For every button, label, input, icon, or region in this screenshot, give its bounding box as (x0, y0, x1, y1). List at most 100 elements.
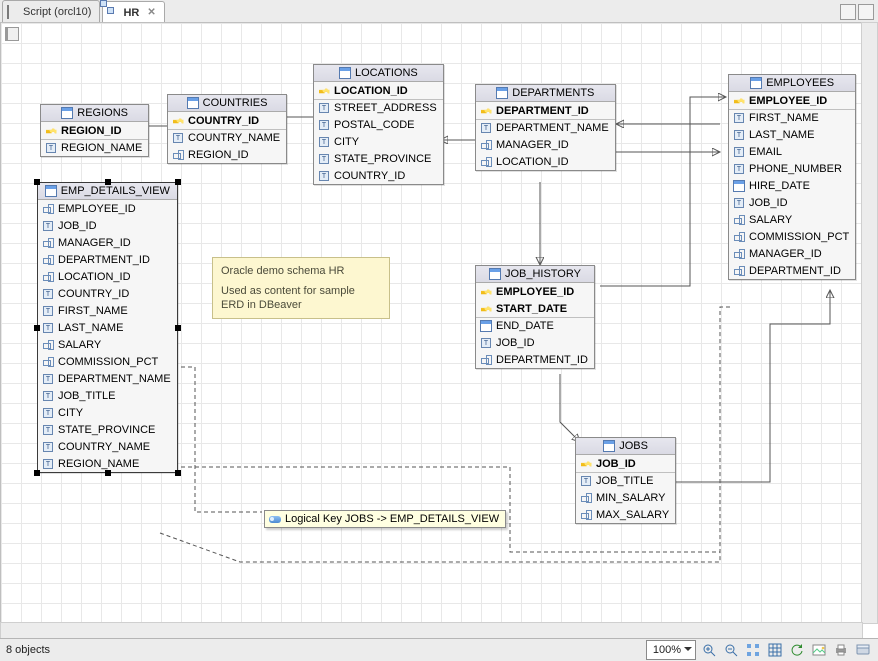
column-type-icon (172, 149, 184, 161)
column-row[interactable]: SALARY (729, 211, 855, 228)
horizontal-scrollbar[interactable] (0, 622, 863, 639)
palette-toggle-button[interactable] (5, 27, 19, 41)
selection-handle[interactable] (105, 470, 111, 476)
column-row[interactable]: EMPLOYEE_ID (729, 92, 855, 109)
column-type-icon: T (172, 132, 184, 144)
column-row[interactable]: MANAGER_ID (729, 245, 855, 262)
selection-handle[interactable] (175, 325, 181, 331)
selection-handles[interactable] (37, 182, 178, 473)
arrange-icons-button[interactable] (744, 641, 762, 659)
column-type-icon: T (318, 119, 330, 131)
column-row[interactable]: DEPARTMENT_ID (476, 102, 615, 119)
column-row[interactable]: TJOB_TITLE (576, 472, 675, 489)
entity-name: EMPLOYEES (766, 77, 834, 89)
column-row[interactable]: END_DATE (476, 317, 594, 334)
entity-header[interactable]: COUNTRIES (168, 95, 286, 112)
column-row[interactable]: TLAST_NAME (729, 126, 855, 143)
entity-header[interactable]: JOBS (576, 438, 675, 455)
column-name: POSTAL_CODE (334, 119, 415, 131)
entity-employees[interactable]: EMPLOYEES EMPLOYEE_IDTFIRST_NAMETLAST_NAM… (728, 74, 856, 280)
entity-header[interactable]: JOB_HISTORY (476, 266, 594, 283)
column-row[interactable]: TREGION_NAME (41, 139, 148, 156)
column-row[interactable]: TPHONE_NUMBER (729, 160, 855, 177)
entity-name: JOB_HISTORY (505, 268, 581, 280)
print-button[interactable] (832, 641, 850, 659)
entity-countries[interactable]: COUNTRIES COUNTRY_IDTCOUNTRY_NAMEREGION_I… (167, 94, 287, 164)
tab-hr[interactable]: HR ✕ (102, 1, 164, 23)
column-row[interactable]: MANAGER_ID (476, 136, 615, 153)
column-row[interactable]: TFIRST_NAME (729, 109, 855, 126)
entity-jobs[interactable]: JOBSJOB_IDTJOB_TITLE MIN_SALARY MAX_SALARY (575, 437, 676, 524)
zoom-out-button[interactable] (722, 641, 740, 659)
column-row[interactable]: JOB_ID (576, 455, 675, 472)
erd-icon (107, 7, 119, 19)
column-name: STATE_PROVINCE (334, 153, 431, 165)
settings-button[interactable] (854, 641, 872, 659)
maximize-editor-button[interactable] (858, 4, 874, 20)
image-export-button[interactable] (810, 641, 828, 659)
column-name: COUNTRY_ID (334, 170, 405, 182)
zoom-in-button[interactable] (700, 641, 718, 659)
entity-header[interactable]: DEPARTMENTS (476, 85, 615, 102)
column-row[interactable]: REGION_ID (41, 122, 148, 139)
selection-handle[interactable] (34, 179, 40, 185)
column-name: MIN_SALARY (596, 492, 666, 504)
column-row[interactable]: TCOUNTRY_ID (314, 167, 443, 184)
column-row[interactable]: DEPARTMENT_ID (729, 262, 855, 279)
column-type-icon: T (318, 102, 330, 114)
column-row[interactable]: T POSTAL_CODE (314, 116, 443, 133)
column-name: JOB_ID (496, 337, 535, 349)
selection-handle[interactable] (175, 470, 181, 476)
note-line-2: Used as content for sample ERD in DBeave… (221, 284, 381, 312)
minimize-editor-button[interactable] (840, 4, 856, 20)
entity-locations[interactable]: LOCATIONSLOCATION_IDTSTREET_ADDRESSTPOST… (313, 64, 444, 185)
entity-name: COUNTRIES (203, 97, 268, 109)
selection-handle[interactable] (105, 179, 111, 185)
column-row[interactable]: TDEPARTMENT_NAME (476, 119, 615, 136)
selection-handle[interactable] (175, 179, 181, 185)
tab-script[interactable]: Script (orcl10) (2, 0, 100, 22)
column-row[interactable]: LOCATION_ID (314, 82, 443, 99)
column-row[interactable]: TEMAIL (729, 143, 855, 160)
column-name: MANAGER_ID (749, 248, 822, 260)
column-row[interactable]: TCITY (314, 133, 443, 150)
column-row[interactable]: TSTREET_ADDRESS (314, 99, 443, 116)
column-row[interactable]: TSTATE_PROVINCE (314, 150, 443, 167)
column-row[interactable]: HIRE_DATE (729, 177, 855, 194)
entity-name: LOCATIONS (355, 67, 418, 79)
close-icon[interactable]: ✕ (147, 7, 155, 18)
entity-departments[interactable]: DEPARTMENTSDEPARTMENT_IDTDEPARTMENT_NAME… (475, 84, 616, 171)
column-type-icon (580, 458, 592, 470)
column-name: START_DATE (496, 303, 567, 315)
entity-job-history[interactable]: JOB_HISTORY EMPLOYEE_ID START_DATE END_DATE… (475, 265, 595, 369)
selection-handle[interactable] (34, 470, 40, 476)
column-row[interactable]: EMPLOYEE_ID (476, 283, 594, 300)
column-row[interactable]: COUNTRY_ID (168, 112, 286, 129)
refresh-button[interactable] (788, 641, 806, 659)
toggle-grid-button[interactable] (766, 641, 784, 659)
column-row[interactable]: REGION_ID (168, 146, 286, 163)
column-row[interactable]: LOCATION_ID (476, 153, 615, 170)
zoom-select[interactable]: 100% (646, 640, 696, 660)
column-row[interactable]: MIN_SALARY (576, 489, 675, 506)
entity-header[interactable]: REGIONS (41, 105, 148, 122)
column-type-icon (733, 231, 745, 243)
column-row[interactable]: START_DATE (476, 300, 594, 317)
column-name: DEPARTMENT_ID (496, 354, 588, 366)
status-objects: 8 objects (6, 644, 50, 656)
entity-header[interactable]: EMPLOYEES (729, 75, 855, 92)
entity-regions[interactable]: REGIONSREGION_IDTREGION_NAME (40, 104, 149, 157)
column-row[interactable]: TCOUNTRY_NAME (168, 129, 286, 146)
column-type-icon: T (318, 136, 330, 148)
tab-hr-label: HR (123, 7, 139, 19)
selection-handle[interactable] (34, 325, 40, 331)
entity-header[interactable]: LOCATIONS (314, 65, 443, 82)
column-row[interactable]: DEPARTMENT_ID (476, 351, 594, 368)
column-name: EMPLOYEE_ID (496, 286, 574, 298)
diagram-note[interactable]: Oracle demo schema HR Used as content fo… (212, 257, 390, 319)
column-row[interactable]: TJOB_ID (476, 334, 594, 351)
column-row[interactable]: MAX_SALARY (576, 506, 675, 523)
column-row[interactable]: COMMISSION_PCT (729, 228, 855, 245)
vertical-scrollbar[interactable] (861, 22, 878, 624)
column-row[interactable]: TJOB_ID (729, 194, 855, 211)
